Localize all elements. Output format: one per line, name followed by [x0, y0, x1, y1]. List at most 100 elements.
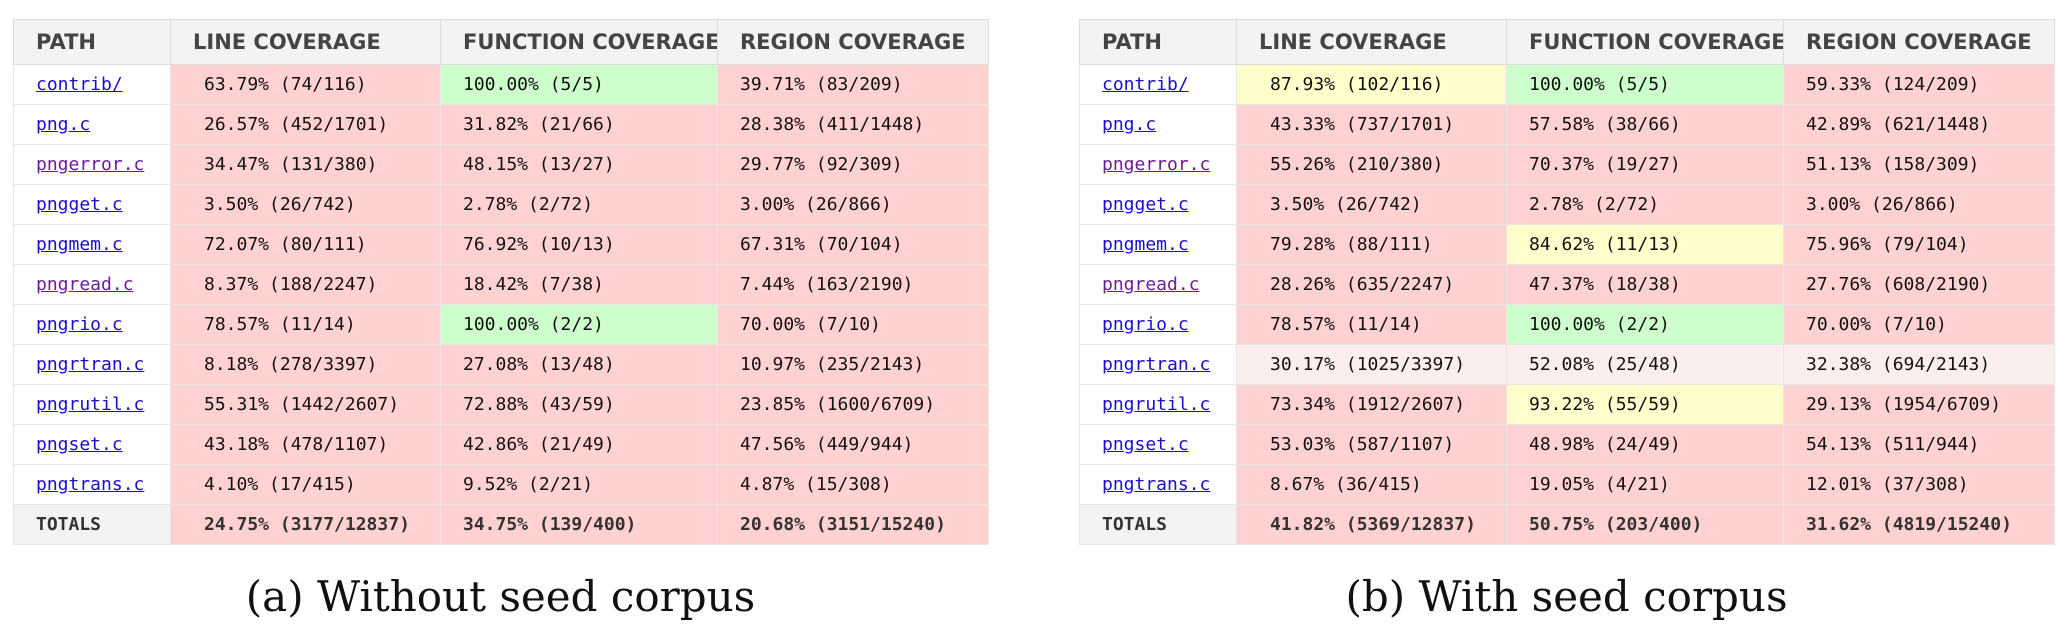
- region-coverage-cell: 70.00% (7/10): [717, 304, 989, 345]
- line-coverage-cell: 3.50% (26/742): [1236, 184, 1507, 225]
- line-coverage-cell: 63.79% (74/116): [170, 64, 441, 105]
- path-cell: pngrio.c: [1079, 304, 1237, 345]
- table-row: contrib/63.79% (74/116) 100.00% (5/5) 39.7…: [13, 64, 989, 105]
- table-row: pngget.c 3.50% (26/742) 2.78% (2/72) 3.00% …: [1079, 184, 2055, 225]
- region-coverage-cell: 29.77% (92/309): [717, 144, 989, 185]
- file-link[interactable]: png.c: [36, 114, 90, 135]
- line-coverage-cell: 78.57% (11/14): [170, 304, 441, 345]
- path-cell: pngget.c: [13, 184, 171, 225]
- region-coverage-cell: 42.89% (621/1448): [1783, 104, 2055, 145]
- function-coverage-cell: 76.92% (10/13): [440, 224, 718, 265]
- column-header-region-coverage[interactable]: REGION COVERAGE: [717, 19, 989, 65]
- line-coverage-cell: 79.28% (88/111): [1236, 224, 1507, 265]
- region-coverage-cell: 54.13% (511/944): [1783, 424, 2055, 465]
- line-coverage-cell: 4.10% (17/415): [170, 464, 441, 505]
- line-coverage-cell: 87.93% (102/116): [1236, 64, 1507, 105]
- file-link[interactable]: pngmem.c: [1102, 234, 1189, 255]
- table-row: pngset.c 53.03% (587/1107) 48.98% (24/49) 5…: [1079, 424, 2055, 465]
- table-row: contrib/87.93% (102/116) 100.00% (5/5) 59.…: [1079, 64, 2055, 105]
- function-coverage-cell: 100.00% (5/5): [440, 64, 718, 105]
- function-coverage-cell: 19.05% (4/21): [1506, 464, 1784, 505]
- totals-row: TOTALS 41.82% (5369/12837) 50.75% (203/400…: [1079, 504, 2055, 545]
- file-link[interactable]: contrib/: [1102, 74, 1189, 95]
- column-header-function-coverage[interactable]: FUNCTION COVERAGE: [440, 19, 718, 65]
- line-coverage-cell: 43.33% (737/1701): [1236, 104, 1507, 145]
- function-coverage-cell: 70.37% (19/27): [1506, 144, 1784, 185]
- file-link[interactable]: pngrutil.c: [36, 394, 144, 415]
- function-coverage-cell: 18.42% (7/38): [440, 264, 718, 305]
- file-link[interactable]: pngrio.c: [1102, 314, 1189, 335]
- function-coverage-cell: 2.78% (2/72): [1506, 184, 1784, 225]
- path-cell: contrib/: [13, 64, 171, 105]
- table-row: pngrutil.c 55.31% (1442/2607) 72.88% (43/5…: [13, 384, 989, 425]
- path-cell: png.c: [13, 104, 171, 145]
- region-coverage-cell: 75.96% (79/104): [1783, 224, 2055, 265]
- table-row: pngtrans.c 4.10% (17/415) 9.52% (2/21) 4.87…: [13, 464, 989, 505]
- file-link[interactable]: pngget.c: [1102, 194, 1189, 215]
- column-header-region-coverage[interactable]: REGION COVERAGE: [1783, 19, 2055, 65]
- function-coverage-cell: 48.98% (24/49): [1506, 424, 1784, 465]
- path-cell: pngset.c: [1079, 424, 1237, 465]
- file-link[interactable]: pngrutil.c: [1102, 394, 1210, 415]
- file-link[interactable]: pngtrans.c: [36, 474, 144, 495]
- totals-label: TOTALS: [13, 504, 171, 545]
- path-cell: pngget.c: [1079, 184, 1237, 225]
- line-coverage-cell: 55.31% (1442/2607): [170, 384, 441, 425]
- coverage-table-with-seed: PATH LINE COVERAGE FUNCTION COVERAGE REG…: [1079, 19, 2055, 545]
- column-header-line-coverage[interactable]: LINE COVERAGE: [1236, 19, 1507, 65]
- table-row: pngget.c 3.50% (26/742) 2.78% (2/72) 3.00% …: [13, 184, 989, 225]
- column-header-function-coverage[interactable]: FUNCTION COVERAGE: [1506, 19, 1784, 65]
- file-link[interactable]: pngrtran.c: [1102, 354, 1210, 375]
- line-coverage-cell: 8.37% (188/2247): [170, 264, 441, 305]
- file-link[interactable]: pngset.c: [1102, 434, 1189, 455]
- region-coverage-cell: 32.38% (694/2143): [1783, 344, 2055, 385]
- table-row: pngrutil.c 73.34% (1912/2607) 93.22% (55/5…: [1079, 384, 2055, 425]
- region-coverage-cell: 4.87% (15/308): [717, 464, 989, 505]
- file-link[interactable]: pngerror.c: [1102, 154, 1210, 175]
- line-coverage-cell: 73.34% (1912/2607): [1236, 384, 1507, 425]
- table-row: pngrio.c 78.57% (11/14) 100.00% (2/2) 70.00…: [1079, 304, 2055, 345]
- column-header-path[interactable]: PATH: [1079, 19, 1237, 65]
- total-region-coverage: 20.68% (3151/15240): [717, 504, 989, 545]
- totals-label: TOTALS: [1079, 504, 1237, 545]
- region-coverage-cell: 67.31% (70/104): [717, 224, 989, 265]
- region-coverage-cell: 7.44% (163/2190): [717, 264, 989, 305]
- file-link[interactable]: pngget.c: [36, 194, 123, 215]
- file-link[interactable]: pngerror.c: [36, 154, 144, 175]
- column-header-line-coverage[interactable]: LINE COVERAGE: [170, 19, 441, 65]
- total-function-coverage: 34.75% (139/400): [440, 504, 718, 545]
- table-header-row: PATH LINE COVERAGE FUNCTION COVERAGE REG…: [13, 19, 989, 65]
- column-header-path[interactable]: PATH: [13, 19, 171, 65]
- region-coverage-cell: 3.00% (26/866): [1783, 184, 2055, 225]
- totals-row: TOTALS 24.75% (3177/12837) 34.75% (139/400…: [13, 504, 989, 545]
- file-link[interactable]: pngread.c: [1102, 274, 1200, 295]
- file-link[interactable]: pngread.c: [36, 274, 134, 295]
- file-link[interactable]: pngrtran.c: [36, 354, 144, 375]
- path-cell: pngerror.c: [1079, 144, 1237, 185]
- function-coverage-cell: 100.00% (2/2): [440, 304, 718, 345]
- coverage-panel-a: PATH LINE COVERAGE FUNCTION COVERAGE REG…: [13, 19, 989, 545]
- line-coverage-cell: 78.57% (11/14): [1236, 304, 1507, 345]
- table-row: pngrtran.c 8.18% (278/3397) 27.08% (13/48)…: [13, 344, 989, 385]
- file-link[interactable]: pngset.c: [36, 434, 123, 455]
- table-row: pngset.c 43.18% (478/1107) 42.86% (21/49) 4…: [13, 424, 989, 465]
- region-coverage-cell: 47.56% (449/944): [717, 424, 989, 465]
- table-row: pngrtran.c 30.17% (1025/3397) 52.08% (25/4…: [1079, 344, 2055, 385]
- file-link[interactable]: pngmem.c: [36, 234, 123, 255]
- region-coverage-cell: 39.71% (83/209): [717, 64, 989, 105]
- path-cell: contrib/: [1079, 64, 1237, 105]
- file-link[interactable]: pngrio.c: [36, 314, 123, 335]
- table-row: pngmem.c 79.28% (88/111) 84.62% (11/13) 75.…: [1079, 224, 2055, 265]
- region-coverage-cell: 51.13% (158/309): [1783, 144, 2055, 185]
- table-row: pngrio.c 78.57% (11/14) 100.00% (2/2) 70.00…: [13, 304, 989, 345]
- table-row: pngread.c 8.37% (188/2247) 18.42% (7/38) 7.…: [13, 264, 989, 305]
- path-cell: pngrutil.c: [1079, 384, 1237, 425]
- file-link[interactable]: contrib/: [36, 74, 123, 95]
- line-coverage-cell: 34.47% (131/380): [170, 144, 441, 185]
- function-coverage-cell: 2.78% (2/72): [440, 184, 718, 225]
- file-link[interactable]: pngtrans.c: [1102, 474, 1210, 495]
- line-coverage-cell: 8.67% (36/415): [1236, 464, 1507, 505]
- path-cell: pngtrans.c: [1079, 464, 1237, 505]
- function-coverage-cell: 27.08% (13/48): [440, 344, 718, 385]
- file-link[interactable]: png.c: [1102, 114, 1156, 135]
